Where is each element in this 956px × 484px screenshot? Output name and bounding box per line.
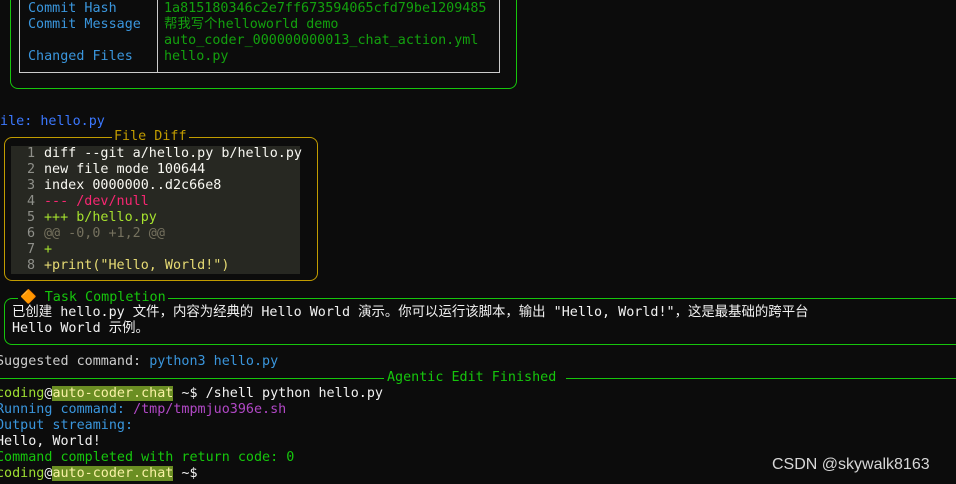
commit-message-label: Commit Message [28,17,141,32]
diff-line-number: 7 [26,242,35,257]
diff-line-number: 4 [26,194,35,209]
commit-message-value: 帮我写个helloworld demo [164,17,339,32]
shell-prompt-line: coding@auto-coder.chat ~$ /shell python … [0,386,383,402]
suggested-command-label: Suggested command: [0,354,150,369]
task-completion-text-1: 已创建 hello.py 文件，内容为经典的 Hello World 演示。你可… [12,305,809,320]
finished-rule-left [0,378,384,379]
diff-line-text: @@ -0,0 +1,2 @@ [44,226,165,241]
finished-rule-right [566,378,956,379]
file-header: File: hello.py [0,114,105,129]
agentic-edit-finished-label: Agentic Edit Finished [387,370,557,385]
watermark: CSDN @skywalk8163 [772,456,930,473]
running-command-label: Running command: [0,402,134,417]
diff-line-text: +++ b/hello.py [44,210,157,225]
suggested-command-value[interactable]: python3 hello.py [149,354,278,369]
prompt-tail: ~$ [173,386,206,401]
diff-line-number: 8 [26,258,35,273]
diff-line-text: --- /dev/null [44,194,149,209]
commit-table-divider [157,0,158,72]
diff-line-number: 3 [26,178,35,193]
diff-line-number: 6 [26,226,35,241]
suggested-command-line: Suggested command: python3 hello.py [0,354,278,370]
diff-line-text: new file mode 100644 [44,162,206,177]
prompt2-host: auto-coder.chat [52,466,174,481]
prompt-user: coding [0,386,45,401]
command-output: Hello, World! [0,434,101,449]
file-diff-title: File Diff [112,129,189,145]
prompt-host: auto-coder.chat [52,386,174,401]
prompt-command: /shell python hello.py [205,386,383,401]
diff-line-text: index 0000000..d2c66e8 [44,178,222,193]
commit-message-value-2: auto_coder_000000000013_chat_action.yml [164,33,479,48]
commit-hash-value: 1a815180346c2e7ff673594065cfd79be1209485 [164,1,487,16]
prompt2-tail: ~$ [173,466,206,481]
shell-prompt-line-2[interactable]: coding@auto-coder.chat ~$ [0,466,206,482]
diff-line-number: 1 [26,146,35,161]
commit-hash-label: Commit Hash [28,1,117,16]
diff-line-number: 2 [26,162,35,177]
command-completed-line: Command completed with return code: 0 [0,450,295,465]
task-completion-title: 🔶 Task Completion [18,290,168,306]
prompt2-user: coding [0,466,45,481]
task-completion-text-2: Hello World 示例。 [12,321,149,336]
changed-files-value: hello.py [164,49,229,64]
diff-line-number: 5 [26,210,35,225]
diff-line-text: +print("Hello, World!") [44,258,230,273]
changed-files-label: Changed Files [28,49,133,64]
diff-code-block[interactable]: 1 diff --git a/hello.py b/hello.py 2 new fi… [11,146,302,274]
running-command-line: Running command: /tmp/tmpmjuo396e.sh [0,402,286,418]
running-command-path: /tmp/tmpmjuo396e.sh [133,402,287,417]
diff-line-text: + [44,242,53,257]
output-streaming-label: Output streaming: [0,418,134,433]
diff-line-text: diff --git a/hello.py b/hello.py [44,146,302,161]
